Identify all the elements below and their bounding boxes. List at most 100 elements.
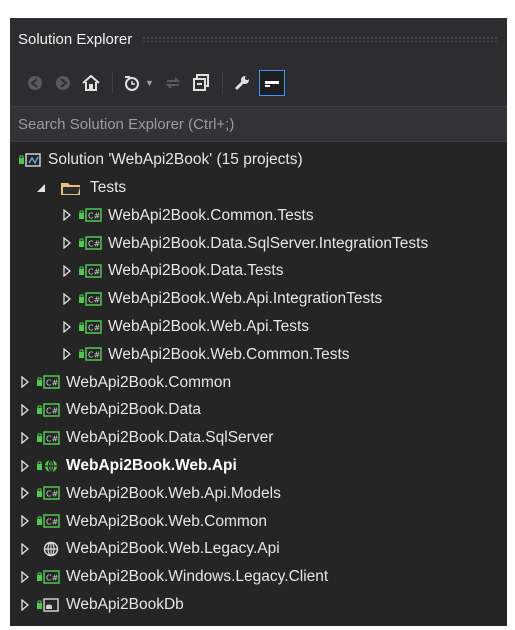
expand-arrow-icon[interactable] (60, 237, 74, 250)
project-node[interactable]: C# WebApi2Book.Data (10, 396, 507, 424)
csharp-project-icon: C# (36, 568, 60, 586)
history-icon (125, 76, 139, 91)
expand-arrow-icon[interactable] (60, 209, 74, 222)
solution-label: Solution 'WebApi2Book' (15 projects) (48, 151, 303, 169)
solution-icon (18, 151, 42, 169)
csharp-project-icon: C# (78, 262, 102, 280)
expand-arrow-icon[interactable] (18, 570, 32, 583)
project-label: WebApi2Book.Web.Common.Tests (108, 345, 350, 363)
preview-icon (264, 81, 279, 87)
csharp-project-icon: C# (78, 234, 102, 252)
expand-arrow-icon[interactable] (60, 348, 74, 361)
expand-arrow-icon[interactable] (60, 265, 74, 278)
home-button[interactable] (78, 70, 104, 96)
svg-text:C#: C# (46, 434, 59, 443)
back-button[interactable] (22, 70, 48, 96)
project-node[interactable]: C# WebApi2Book.Common.Tests (10, 202, 507, 230)
database-project-icon (36, 596, 60, 614)
project-node[interactable]: C# WebApi2Book.Data.SqlServer.Integratio… (10, 229, 507, 257)
project-node[interactable]: C# WebApi2Book.Web.Common.Tests (10, 341, 507, 369)
project-label: WebApi2Book.Data (66, 401, 201, 419)
folder-label: Tests (90, 178, 127, 196)
forward-button[interactable] (50, 70, 76, 96)
expand-arrow-icon[interactable] (60, 292, 74, 305)
expand-arrow-icon[interactable] (18, 515, 32, 528)
project-node[interactable]: WebApi2BookDb (10, 591, 507, 619)
project-node[interactable]: C# WebApi2Book.Web.Common (10, 507, 507, 535)
svg-text:C#: C# (88, 351, 101, 360)
properties-button[interactable] (229, 70, 255, 96)
expand-arrow-icon[interactable] (18, 459, 32, 472)
project-label: WebApi2Book.Web.Api.Tests (108, 317, 310, 335)
toolbar-separator (221, 72, 223, 94)
project-node[interactable]: C# WebApi2Book.Windows.Legacy.Client (10, 563, 507, 591)
expand-arrow-icon[interactable] (18, 543, 32, 556)
website-globe-icon (36, 540, 60, 558)
sync-button[interactable] (160, 70, 186, 96)
project-node[interactable]: C# WebApi2Book.Web.Api.IntegrationTests (10, 285, 507, 313)
csharp-project-icon: C# (36, 373, 60, 391)
project-label: WebApi2Book.Web.Common (66, 512, 268, 530)
web-project-icon (36, 457, 60, 475)
project-label: WebApi2Book.Web.Api (66, 456, 237, 474)
panel-title: Solution Explorer (18, 30, 133, 48)
expand-arrow-icon[interactable] (60, 320, 74, 333)
expand-arrow-icon[interactable] (18, 376, 32, 389)
project-label: WebApi2Book.Data.Tests (108, 262, 284, 280)
svg-text:C#: C# (88, 212, 101, 221)
svg-text:C#: C# (46, 518, 59, 527)
csharp-project-icon: C# (36, 484, 60, 502)
startup-project-node[interactable]: WebApi2Book.Web.Api (10, 452, 507, 480)
csharp-project-icon: C# (36, 429, 60, 447)
search-input[interactable] (18, 115, 507, 133)
project-label: WebApi2Book.Web.Api.IntegrationTests (108, 290, 383, 308)
project-node[interactable]: C# WebApi2Book.Web.Api.Tests (10, 313, 507, 341)
svg-text:C#: C# (46, 490, 59, 499)
project-node[interactable]: C# WebApi2Book.Common (10, 368, 507, 396)
project-label: WebApi2BookDb (66, 595, 184, 613)
toolbar-separator (112, 72, 113, 94)
expand-arrow-icon[interactable] (18, 598, 32, 611)
svg-text:C#: C# (88, 323, 101, 332)
solution-tree: Solution 'WebApi2Book' (15 projects) Tes… (10, 146, 507, 619)
project-label: WebApi2Book.Common (66, 373, 232, 391)
history-button[interactable] (119, 70, 145, 96)
collapse-all-icon (192, 74, 209, 91)
solution-explorer-panel: Solution Explorer ▼ Search Solution Expl… (10, 18, 507, 626)
svg-text:C#: C# (46, 573, 59, 582)
expand-arrow-icon[interactable] (18, 404, 32, 417)
csharp-project-icon: C# (36, 401, 60, 419)
csharp-project-icon: C# (78, 318, 102, 336)
project-node[interactable]: WebApi2Book.Web.Legacy.Api (10, 535, 507, 563)
csharp-project-icon: C# (36, 512, 60, 530)
expand-arrow-icon[interactable] (18, 431, 32, 444)
folder-icon (60, 179, 84, 197)
project-label: WebApi2Book.Web.Legacy.Api (66, 540, 280, 558)
csharp-project-icon: C# (78, 206, 102, 224)
project-label: WebApi2Book.Data.SqlServer (66, 429, 274, 447)
project-node[interactable]: C# WebApi2Book.Data.SqlServer (10, 424, 507, 452)
svg-text:C#: C# (46, 379, 59, 388)
svg-text:C#: C# (88, 268, 101, 277)
svg-text:C#: C# (88, 240, 101, 249)
preview-button[interactable] (258, 70, 285, 96)
solution-node[interactable]: Solution 'WebApi2Book' (15 projects) (10, 146, 507, 174)
csharp-project-icon: C# (78, 345, 102, 363)
project-label: WebApi2Book.Web.Api.Models (66, 484, 281, 502)
properties-wrench-icon (234, 76, 249, 91)
collapse-all-button[interactable] (188, 70, 214, 96)
forward-icon (56, 76, 70, 90)
panel-titlebar: Solution Explorer (10, 18, 507, 60)
collapse-arrow-icon[interactable] (34, 183, 48, 193)
titlebar-grip[interactable] (142, 36, 497, 42)
svg-text:C#: C# (46, 407, 59, 416)
sync-icon (165, 77, 181, 89)
back-icon (28, 76, 42, 90)
expand-arrow-icon[interactable] (18, 487, 32, 500)
project-label: WebApi2Book.Common.Tests (108, 206, 314, 224)
project-node[interactable]: C# WebApi2Book.Web.Api.Models (10, 480, 507, 508)
history-dropdown-icon[interactable]: ▼ (145, 78, 154, 88)
folder-node-tests[interactable]: Tests (10, 174, 507, 202)
project-node[interactable]: C# WebApi2Book.Data.Tests (10, 257, 507, 285)
csharp-project-icon: C# (78, 290, 102, 308)
